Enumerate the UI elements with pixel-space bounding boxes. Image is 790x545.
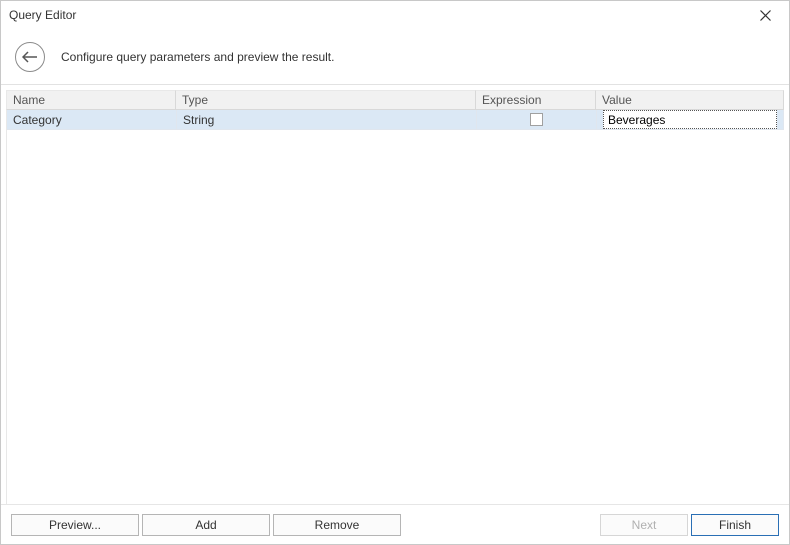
table-row[interactable]: Category String [7, 110, 784, 130]
arrow-left-icon [22, 51, 38, 63]
close-button[interactable] [749, 3, 781, 27]
query-editor-window: Query Editor Configure query parameters … [0, 0, 790, 545]
row-expression-cell[interactable] [477, 110, 597, 130]
column-header-name[interactable]: Name [6, 90, 176, 110]
subheader: Configure query parameters and preview t… [1, 29, 789, 85]
table-header: Name Type Expression Value [6, 90, 784, 110]
row-type-cell[interactable]: String [177, 110, 477, 130]
footer: Preview... Add Remove Next Finish [1, 504, 789, 544]
add-button[interactable]: Add [142, 514, 270, 536]
back-button[interactable] [15, 42, 45, 72]
preview-button[interactable]: Preview... [11, 514, 139, 536]
close-icon [760, 10, 771, 21]
column-header-type[interactable]: Type [176, 90, 476, 110]
titlebar: Query Editor [1, 1, 789, 29]
remove-button[interactable]: Remove [273, 514, 401, 536]
value-input[interactable] [603, 110, 777, 129]
row-name-cell[interactable]: Category [7, 110, 177, 130]
next-button: Next [600, 514, 688, 536]
row-value-cell[interactable] [597, 110, 784, 130]
finish-button[interactable]: Finish [691, 514, 779, 536]
column-header-expression[interactable]: Expression [476, 90, 596, 110]
column-header-value[interactable]: Value [596, 90, 784, 110]
expression-checkbox[interactable] [530, 113, 543, 126]
content-area: Name Type Expression Value Category Stri… [1, 85, 789, 504]
table-body: Category String [6, 110, 784, 504]
subheader-text: Configure query parameters and preview t… [61, 50, 334, 64]
window-title: Query Editor [9, 8, 76, 22]
